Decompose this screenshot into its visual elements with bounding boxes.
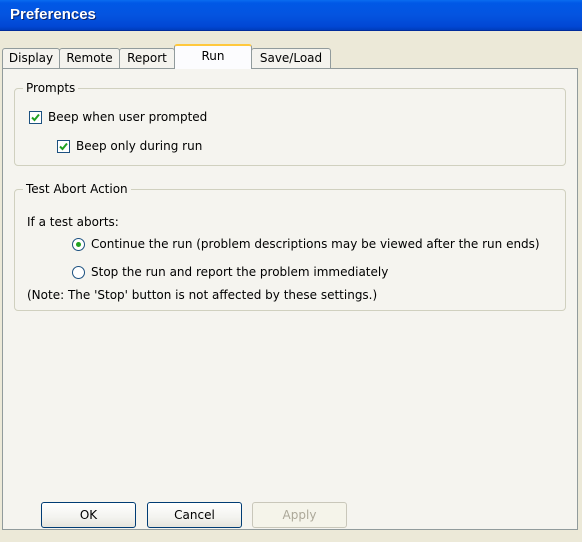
beep-prompted-checkbox[interactable]: Beep when user prompted <box>29 109 207 125</box>
tab-save-load[interactable]: Save/Load <box>251 48 331 68</box>
stop-run-radio[interactable]: Stop the run and report the problem imme… <box>72 264 388 280</box>
radio-button[interactable] <box>72 265 85 279</box>
test-abort-legend: Test Abort Action <box>23 182 131 196</box>
radio-selected-dot <box>76 241 81 247</box>
checkmark-icon <box>59 142 68 150</box>
tab-run[interactable]: Run <box>174 44 252 69</box>
abort-note-text: (Note: The 'Stop' button is not affected… <box>27 288 378 302</box>
beep-run-label: Beep only during run <box>76 139 203 153</box>
beep-run-checkbox[interactable]: Beep only during run <box>57 138 202 154</box>
abort-intro-text: If a test aborts: <box>27 215 119 229</box>
tab-panel-run: Prompts Beep when user prompted Beep onl… <box>2 68 578 530</box>
stop-run-label: Stop the run and report the problem imme… <box>91 265 389 279</box>
prompts-legend: Prompts <box>23 81 79 95</box>
continue-run-radio[interactable]: Continue the run (problem descriptions m… <box>72 236 540 252</box>
apply-button[interactable]: Apply <box>252 502 347 528</box>
prompts-group: Prompts Beep when user prompted Beep onl… <box>14 81 566 166</box>
preferences-dialog: Preferences Display Remote Report Run Sa… <box>0 0 582 542</box>
checkmark-icon <box>31 113 40 121</box>
radio-button[interactable] <box>72 237 85 251</box>
tab-remote[interactable]: Remote <box>59 48 120 68</box>
cancel-button[interactable]: Cancel <box>147 502 242 528</box>
window-title: Preferences <box>10 6 96 23</box>
ok-button[interactable]: OK <box>41 502 136 528</box>
tab-strip: Display Remote Report Run Save/Load <box>2 44 562 69</box>
continue-run-label: Continue the run (problem descriptions m… <box>91 237 540 251</box>
tab-report[interactable]: Report <box>119 48 175 68</box>
beep-prompted-label: Beep when user prompted <box>48 110 208 124</box>
checkbox-box[interactable] <box>57 139 70 153</box>
checkbox-box[interactable] <box>29 110 42 124</box>
test-abort-group: Test Abort Action If a test aborts: Cont… <box>14 182 566 311</box>
title-bar[interactable]: Preferences <box>0 0 582 31</box>
tab-display[interactable]: Display <box>2 48 60 68</box>
